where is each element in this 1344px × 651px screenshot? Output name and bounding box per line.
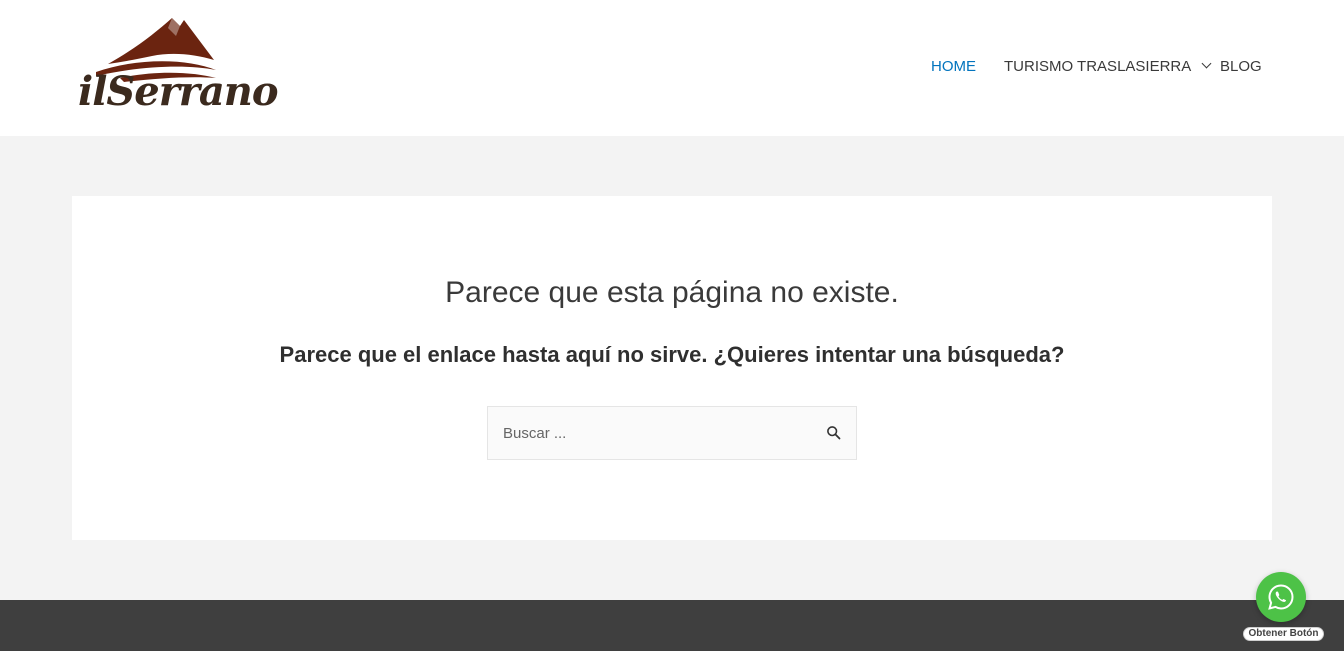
search-button[interactable] [826, 425, 842, 441]
nav-item-label: TURISMO TRASLASIERRA [1004, 58, 1192, 75]
whatsapp-label[interactable]: Obtener Botón [1243, 627, 1324, 641]
whatsapp-icon [1268, 584, 1294, 610]
chevron-down-icon [1201, 58, 1212, 69]
search-form [487, 406, 857, 460]
error-404-card: Parece que esta página no existe. Parece… [72, 196, 1272, 540]
nav-item-home[interactable]: HOME [931, 56, 976, 78]
page-title: Parece que esta página no existe. [445, 276, 899, 309]
search-input[interactable] [488, 407, 808, 459]
logo-text: ilSerrano [78, 68, 279, 115]
site-footer [0, 600, 1344, 651]
page-subtitle: Parece que el enlace hasta aquí no sirve… [279, 342, 1065, 367]
whatsapp-button[interactable] [1256, 572, 1306, 622]
site-logo[interactable]: ilSerrano [76, 12, 279, 120]
nav-item-blog[interactable]: BLOG [1220, 56, 1262, 78]
site-header: ilSerrano HOME TURISMO TRASLASIERRA BLOG [0, 0, 1344, 136]
nav-item-turismo-traslasierra[interactable]: TURISMO TRASLASIERRA [1004, 56, 1212, 78]
search-icon [827, 426, 841, 440]
